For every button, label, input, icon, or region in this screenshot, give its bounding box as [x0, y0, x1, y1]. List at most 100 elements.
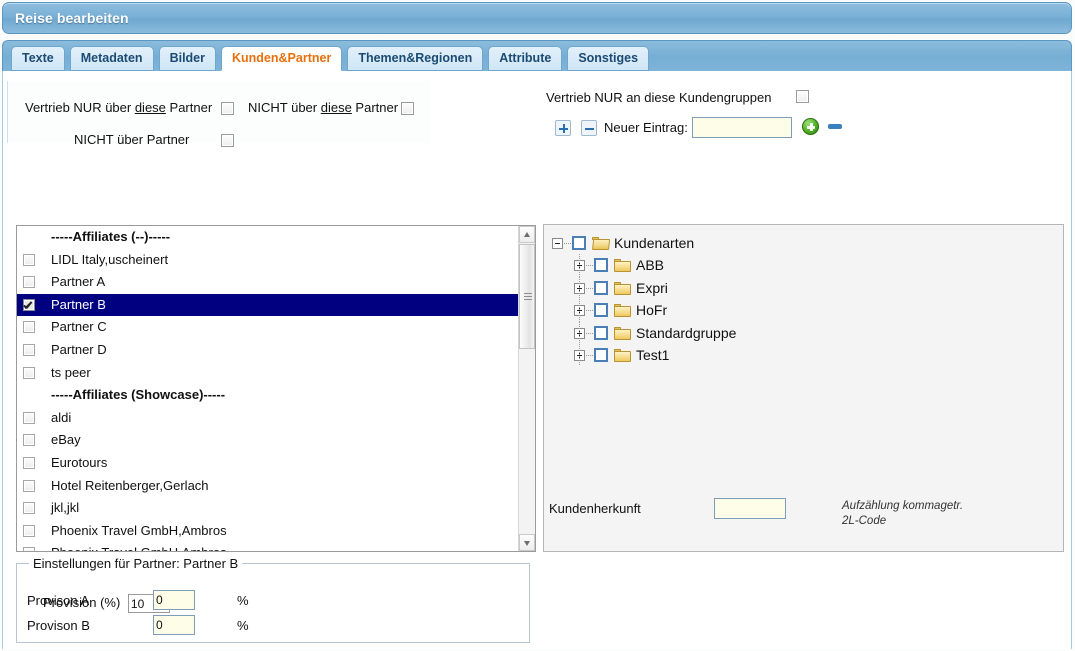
scroll-down-button[interactable]	[519, 534, 535, 551]
closed-folder-icon	[614, 349, 631, 362]
list-item-checkbox[interactable]	[23, 525, 35, 537]
list-item-label: Partner A	[51, 274, 105, 289]
tree-node-checkbox[interactable]	[572, 236, 586, 250]
app-root: Reise bearbeiten TexteMetadatenBilderKun…	[0, 0, 1075, 651]
list-item[interactable]: eBay	[17, 429, 518, 452]
tree-connector	[564, 243, 572, 244]
only-via-these-partners-label: Vertrieb NUR über diese Partner	[25, 100, 212, 115]
tab-texte[interactable]: Texte	[11, 46, 65, 71]
list-item[interactable]: Partner A	[17, 271, 518, 294]
list-item-label: ts peer	[51, 365, 91, 380]
tree-node-label: HoFr	[636, 299, 667, 321]
list-item-checkbox[interactable]	[23, 344, 35, 356]
tab-list: TexteMetadatenBilderKunden&PartnerThemen…	[11, 46, 649, 71]
not-via-partner-checkbox[interactable]	[221, 134, 234, 147]
tree-node-label: ABB	[636, 254, 664, 276]
list-item-checkbox[interactable]	[23, 502, 35, 514]
list-item[interactable]: Partner C	[17, 316, 518, 339]
tab-metadaten[interactable]: Metadaten	[70, 46, 154, 71]
only-via-these-partners-checkbox[interactable]	[221, 102, 234, 115]
scrollbar-thumb[interactable]	[519, 244, 535, 349]
tree-node-label: Kundenarten	[614, 232, 694, 254]
customer-origin-label: Kundenherkunft	[549, 501, 641, 516]
collapse-all-icon[interactable]	[581, 120, 597, 136]
list-item[interactable]: Eurotours	[17, 452, 518, 475]
expand-all-icon[interactable]	[555, 120, 571, 136]
list-item[interactable]: ts peer	[17, 362, 518, 385]
tree-node-label: Test1	[636, 344, 669, 366]
collapse-node-icon[interactable]	[552, 238, 563, 249]
list-item-checkbox[interactable]	[23, 254, 35, 266]
list-item-checkbox[interactable]	[23, 480, 35, 492]
only-to-these-groups-label: Vertrieb NUR an diese Kundengruppen	[546, 90, 771, 105]
list-group-header[interactable]: -----Affiliates (Showcase)-----	[17, 384, 518, 407]
tree-node-label: Expri	[636, 277, 668, 299]
tree-connector	[586, 355, 594, 356]
list-item-checkbox[interactable]	[23, 321, 35, 333]
tree-connector-vertical	[579, 299, 580, 321]
tree-connector-vertical	[579, 254, 580, 276]
list-item-label: -----Affiliates (Showcase)-----	[51, 387, 225, 402]
list-item-label: Partner D	[51, 342, 107, 357]
list-item[interactable]: aldi	[17, 407, 518, 430]
tree-connector-vertical	[579, 344, 580, 366]
not-via-these-partners-checkbox[interactable]	[401, 102, 414, 115]
list-item-checkbox[interactable]	[23, 547, 35, 552]
list-item-label: Hotel Reitenberger,Gerlach	[51, 478, 209, 493]
not-via-partner-label: NICHT über Partner	[74, 132, 189, 147]
tab-bilder[interactable]: Bilder	[159, 46, 216, 71]
partner-distribution-options: Vertrieb NUR über diese Partner NICHT üb…	[7, 81, 431, 143]
window-titlebar: Reise bearbeiten	[2, 2, 1072, 34]
tree-node-checkbox[interactable]	[594, 281, 608, 295]
list-group-header[interactable]: -----Affiliates (--)-----	[17, 226, 518, 249]
tree-connector-vertical	[579, 322, 580, 344]
tree-connector	[586, 333, 594, 334]
add-entry-icon[interactable]	[802, 118, 819, 135]
tree-connector	[586, 288, 594, 289]
list-item[interactable]: Partner D	[17, 339, 518, 362]
remove-entry-icon[interactable]	[828, 124, 842, 129]
tab-attribute[interactable]: Attribute	[488, 46, 562, 71]
list-item[interactable]: LIDL Italy,uscheinert	[17, 249, 518, 272]
closed-folder-icon	[614, 282, 631, 295]
tab-sonstiges[interactable]: Sonstiges	[567, 46, 649, 71]
provison-a-input[interactable]	[153, 590, 195, 610]
list-item-label: LIDL Italy,uscheinert	[51, 252, 168, 267]
list-item[interactable]: Hotel Reitenberger,Gerlach	[17, 475, 518, 498]
list-item[interactable]: Phoenix Travel GmbH,Ambros	[17, 520, 518, 543]
scroll-up-button[interactable]	[519, 226, 535, 243]
list-item-label: -----Affiliates (--)-----	[51, 229, 170, 244]
tree-node-checkbox[interactable]	[594, 258, 608, 272]
list-item-checkbox[interactable]	[23, 434, 35, 446]
tree-node-checkbox[interactable]	[594, 303, 608, 317]
not-via-these-partners-label: NICHT über diese Partner	[248, 100, 398, 115]
tree-connector	[586, 265, 594, 266]
tab-kunden-partner[interactable]: Kunden&Partner	[221, 46, 342, 71]
partner-list-scrollbar[interactable]	[518, 226, 535, 551]
tree-node-checkbox[interactable]	[594, 348, 608, 362]
list-item-checkbox[interactable]	[23, 367, 35, 379]
list-item-checkbox[interactable]	[23, 299, 35, 311]
customer-origin-note: Aufzählung kommagetr. 2L-Code	[842, 499, 963, 529]
partner-listbox[interactable]: -----Affiliates (--)----- LIDL Italy,usch…	[16, 225, 536, 552]
closed-folder-icon	[614, 304, 631, 317]
list-item-label: Partner C	[51, 319, 107, 334]
list-item-checkbox[interactable]	[23, 276, 35, 288]
list-item-checkbox[interactable]	[23, 412, 35, 424]
list-item[interactable]: Phoenix Travel GmbH,Ambros	[17, 542, 518, 552]
new-entry-input[interactable]	[692, 117, 792, 138]
provison-b-input[interactable]	[153, 615, 195, 635]
only-to-these-groups-checkbox[interactable]	[796, 90, 809, 103]
list-item[interactable]: jkl,jkl	[17, 497, 518, 520]
list-item-checkbox[interactable]	[23, 457, 35, 469]
list-item-label: Phoenix Travel GmbH,Ambros	[51, 545, 227, 552]
tree-connector	[586, 310, 594, 311]
list-item-label: Partner B	[51, 297, 106, 312]
tab-content-kunden-partner: Vertrieb NUR über diese Partner NICHT üb…	[2, 71, 1072, 649]
list-item-label: eBay	[51, 432, 81, 447]
tab-themen-regionen[interactable]: Themen&Regionen	[347, 46, 483, 71]
tree-node-checkbox[interactable]	[594, 326, 608, 340]
tab-strip: TexteMetadatenBilderKunden&PartnerThemen…	[2, 40, 1072, 72]
customer-origin-input[interactable]	[714, 498, 786, 519]
list-item[interactable]: Partner B	[17, 294, 518, 317]
